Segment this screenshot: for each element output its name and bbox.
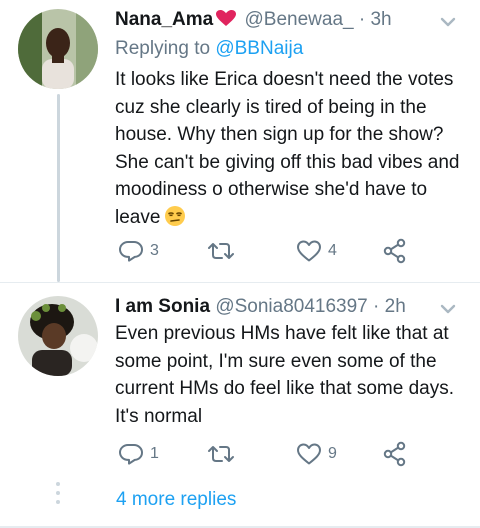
- thread-dots: [54, 482, 62, 516]
- more-replies-link[interactable]: 4 more replies: [116, 488, 236, 512]
- reply-icon: [118, 442, 144, 466]
- tweet-header: I am Sonia @Sonia80416397 · 2h: [115, 295, 440, 321]
- reply-count: 1: [150, 445, 159, 462]
- display-name[interactable]: I am Sonia: [115, 296, 210, 317]
- like-button[interactable]: 9: [296, 439, 337, 469]
- replying-to: Replying to @BBNaija: [115, 37, 303, 61]
- like-count: 4: [328, 242, 337, 259]
- timestamp[interactable]: 3h: [370, 9, 391, 30]
- unamused-face-emoji-icon: [164, 205, 186, 227]
- tweet[interactable]: Nana_Ama @Benewaa_ · 3h Replying to @BBN…: [0, 0, 480, 282]
- retweet-button[interactable]: [206, 439, 236, 469]
- tweet-text: It looks like Erica doesn't need the vot…: [115, 66, 475, 231]
- timestamp[interactable]: 2h: [385, 296, 406, 317]
- separator-dot: ·: [373, 296, 380, 317]
- retweet-icon: [206, 239, 236, 263]
- separator-dot: ·: [358, 9, 366, 30]
- reply-button[interactable]: 3: [118, 236, 159, 266]
- tweet-actions: 3 4: [110, 236, 420, 266]
- reply-button[interactable]: 1: [118, 439, 159, 469]
- share-button[interactable]: [382, 439, 408, 469]
- tweet[interactable]: I am Sonia @Sonia80416397 · 2h Even prev…: [0, 282, 480, 469]
- like-icon: [296, 239, 322, 263]
- like-count: 9: [328, 445, 337, 462]
- tweet-actions: 1 9: [110, 439, 420, 469]
- like-button[interactable]: 4: [296, 236, 337, 266]
- share-icon: [382, 238, 408, 264]
- avatar[interactable]: [18, 9, 98, 89]
- replying-prefix: Replying to: [115, 38, 211, 59]
- heart-emoji-icon: [215, 9, 237, 34]
- caret-down-icon[interactable]: [440, 302, 456, 314]
- retweet-button[interactable]: [206, 236, 236, 266]
- retweet-icon: [206, 442, 236, 466]
- user-handle[interactable]: @Sonia80416397: [215, 296, 367, 317]
- avatar[interactable]: [18, 296, 98, 376]
- replying-mention-link[interactable]: @BBNaija: [215, 38, 303, 59]
- user-handle[interactable]: @Benewaa_: [245, 9, 354, 30]
- display-name[interactable]: Nana_Ama: [115, 9, 213, 30]
- caret-down-icon[interactable]: [440, 15, 456, 27]
- reply-count: 3: [150, 242, 159, 259]
- tweet-text: Even previous HMs have felt like that at…: [115, 323, 454, 427]
- thread-line: [57, 94, 60, 282]
- like-icon: [296, 442, 322, 466]
- share-button[interactable]: [382, 236, 408, 266]
- share-icon: [382, 441, 408, 467]
- reply-icon: [118, 239, 144, 263]
- tweet-header: Nana_Ama @Benewaa_ · 3h: [115, 8, 440, 34]
